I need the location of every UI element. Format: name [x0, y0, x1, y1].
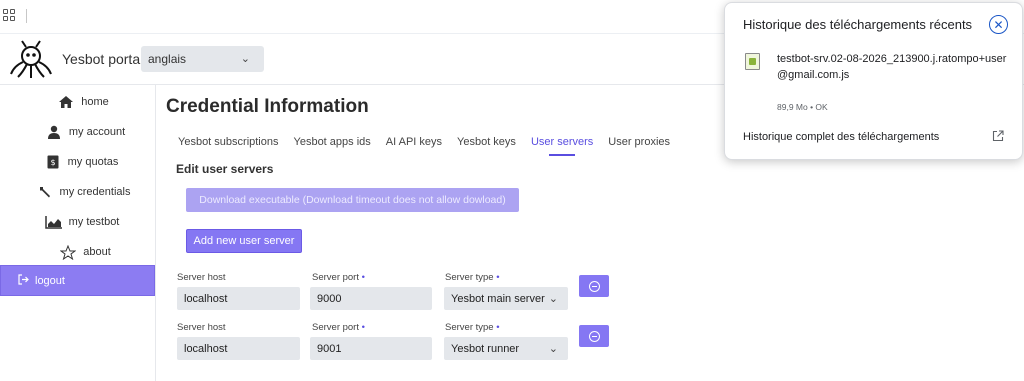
download-executable-button[interactable]: Download executable (Download timeout do… [186, 188, 519, 212]
minus-circle-icon [588, 330, 600, 342]
download-file-meta: 89,9 Mo • OK [777, 102, 828, 112]
tab-user-servers[interactable]: User servers [531, 134, 593, 156]
sidebar-item-testbot[interactable]: my testbot [0, 207, 156, 237]
add-user-server-button[interactable]: Add new user server [186, 229, 302, 253]
server-port-label: Server port • [312, 322, 365, 333]
sidebar-item-label: my quotas [67, 156, 119, 168]
page-title: Credential Information [166, 96, 369, 117]
sidebar-item-home[interactable]: home [0, 87, 156, 117]
quota-icon: $ [44, 154, 62, 170]
file-js-icon [745, 53, 760, 70]
sidebar-item-label: my account [68, 126, 126, 138]
server-type-label: Server type • [445, 272, 500, 283]
wrench-icon [36, 184, 54, 200]
sidebar-item-quotas[interactable]: $ my quotas [0, 147, 156, 177]
chevron-down-icon: ⌄ [240, 53, 250, 65]
sidebar-item-credentials[interactable]: my credentials [0, 177, 156, 207]
remove-server-button[interactable] [579, 325, 609, 347]
sidebar-item-label: home [81, 96, 109, 108]
toolbar-divider [26, 9, 27, 23]
tab-yesbot-subscriptions[interactable]: Yesbot subscriptions [178, 134, 279, 156]
section-title: Edit user servers [176, 162, 274, 176]
tab-ai-api-keys[interactable]: AI API keys [386, 134, 442, 156]
open-external-icon[interactable] [992, 130, 1004, 142]
server-type-value: Yesbot main server [451, 293, 545, 305]
server-port-input[interactable]: 9000 [310, 287, 432, 310]
minus-circle-icon [588, 280, 600, 292]
credential-tabs: Yesbot subscriptions Yesbot apps ids AI … [178, 134, 685, 156]
close-icon[interactable]: ✕ [989, 15, 1008, 34]
yesbot-logo-icon[interactable] [8, 40, 54, 80]
server-type-label: Server type • [445, 322, 500, 333]
apps-grid-icon[interactable] [3, 9, 15, 21]
server-host-label: Server host [177, 272, 226, 283]
chevron-down-icon: ⌄ [548, 343, 558, 355]
sidebar-item-label: my credentials [59, 186, 131, 198]
server-type-select[interactable]: Yesbot main server ⌄ [444, 287, 568, 310]
server-type-select[interactable]: Yesbot runner ⌄ [444, 337, 568, 360]
remove-server-button[interactable] [579, 275, 609, 297]
user-icon [45, 124, 63, 140]
svg-text:$: $ [50, 158, 55, 167]
downloads-panel-title: Historique des téléchargements récents [743, 17, 973, 32]
server-row: Server host Server port • Server type • … [0, 322, 700, 366]
star-icon [59, 244, 77, 260]
home-icon [57, 94, 75, 110]
sidebar-item-about[interactable]: about [0, 237, 156, 267]
sidebar-item-label: about [83, 246, 111, 258]
language-select[interactable]: anglais ⌄ [141, 46, 264, 72]
server-host-input[interactable]: localhost [177, 337, 300, 360]
chart-icon [44, 214, 63, 230]
tab-yesbot-keys[interactable]: Yesbot keys [457, 134, 516, 156]
chevron-down-icon: ⌄ [548, 293, 558, 305]
full-download-history-link[interactable]: Historique complet des téléchargements [743, 131, 939, 143]
download-file-name[interactable]: testbot-srv.02-08-2026_213900.j.ratompo+… [777, 51, 1017, 83]
server-type-value: Yesbot runner [451, 343, 520, 355]
language-select-value: anglais [148, 52, 187, 66]
server-port-label: Server port • [312, 272, 365, 283]
tab-user-proxies[interactable]: User proxies [608, 134, 670, 156]
tab-yesbot-apps-ids[interactable]: Yesbot apps ids [294, 134, 371, 156]
downloads-panel: Historique des téléchargements récents ✕… [724, 2, 1023, 160]
server-row: Server host Server port • Server type • … [0, 272, 700, 316]
portal-title[interactable]: Yesbot portal [62, 51, 143, 67]
server-host-label: Server host [177, 322, 226, 333]
sidebar-item-label: my testbot [68, 216, 120, 228]
server-host-input[interactable]: localhost [177, 287, 300, 310]
sidebar-item-account[interactable]: my account [0, 117, 156, 147]
server-port-input[interactable]: 9001 [310, 337, 432, 360]
